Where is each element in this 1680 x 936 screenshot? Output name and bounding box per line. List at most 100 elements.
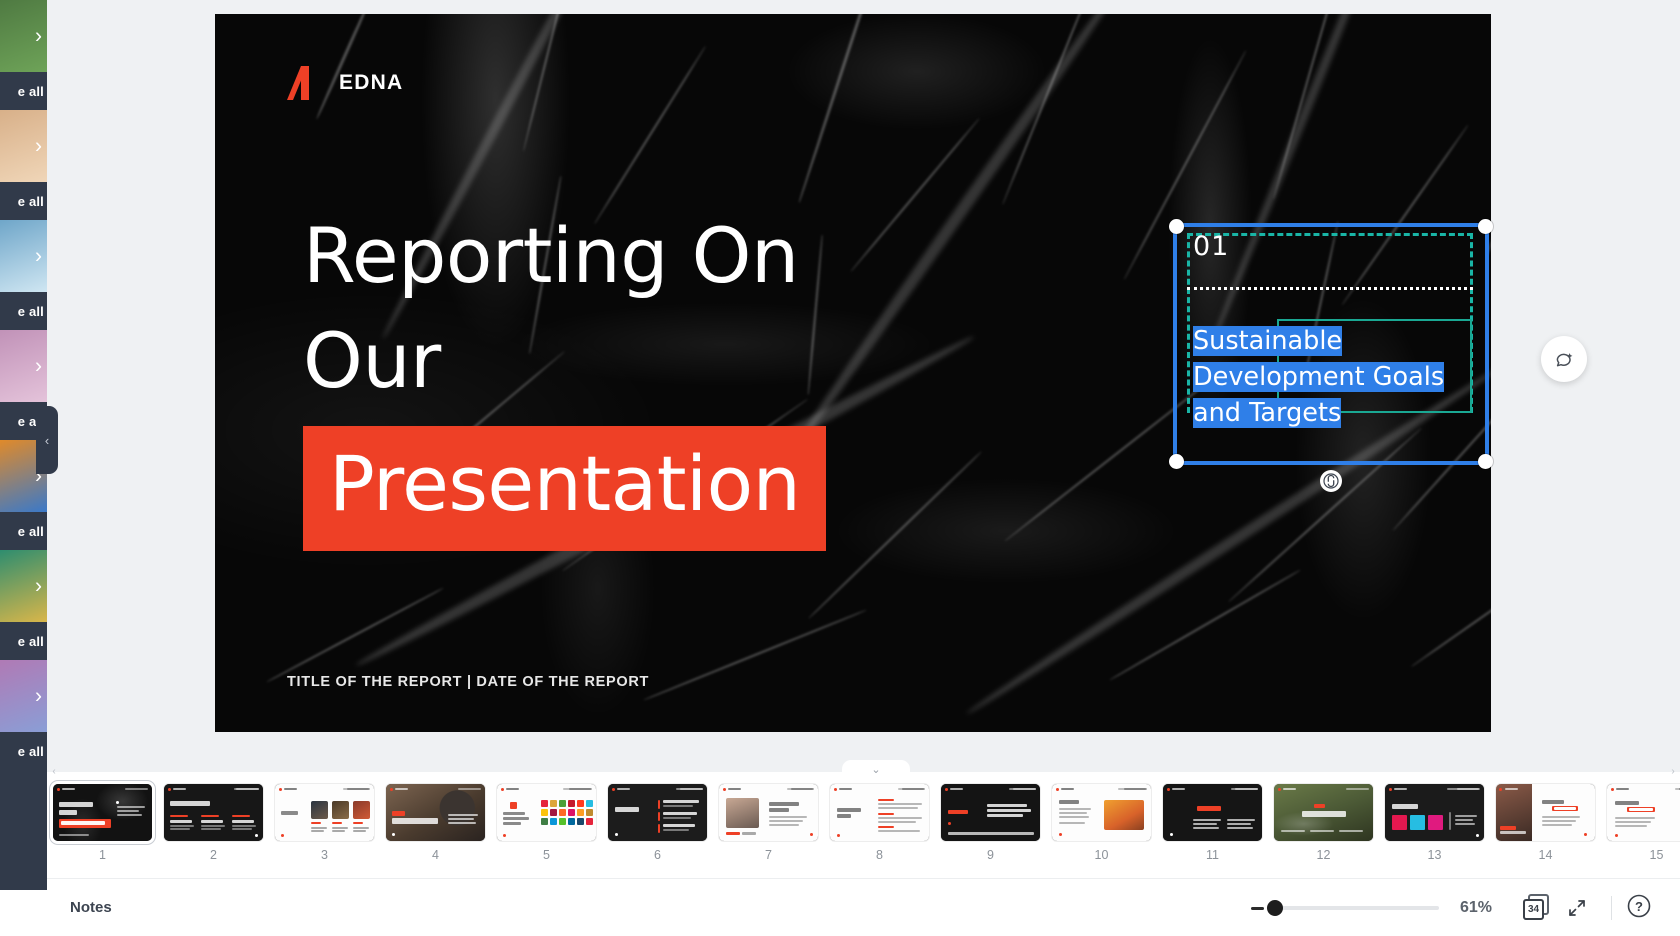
thumb-element (311, 830, 324, 832)
zoom-slider[interactable] (1267, 900, 1439, 916)
slide-thumbnail[interactable] (608, 784, 707, 841)
selection-body-text[interactable]: Sustainable Development Goals and Target… (1193, 323, 1469, 432)
slide-thumbnail[interactable] (164, 784, 263, 841)
slide-thumbnail[interactable] (275, 784, 374, 841)
slide-filmstrip[interactable]: ⌄ 1 2 3 4 5 6 7 8 9 10 11 12 13 14 15 (47, 760, 1680, 878)
see-all-link[interactable]: e all (0, 732, 47, 770)
resize-handle-bottom-right[interactable] (1478, 454, 1493, 469)
slide-thumbnail[interactable] (1052, 784, 1151, 841)
filmstrip-slide-7[interactable]: 7 (713, 784, 824, 862)
thumb-element (281, 811, 298, 815)
filmstrip-slide-8[interactable]: 8 (824, 784, 935, 862)
see-all-link[interactable]: e all (0, 182, 47, 220)
filmstrip-slide-11[interactable]: 11 (1157, 784, 1268, 862)
filmstrip-slide-6[interactable]: 6 (602, 784, 713, 862)
rail-group[interactable]: › e all (0, 220, 47, 330)
slide-thumbnail[interactable] (1607, 784, 1680, 841)
filmstrip-slide-9[interactable]: 9 (935, 784, 1046, 862)
chevron-right-icon[interactable]: › (35, 356, 42, 377)
help-button[interactable]: ? (1626, 893, 1656, 923)
thumb-element (1346, 788, 1369, 790)
resize-handle-top-right[interactable] (1478, 219, 1493, 234)
thumb-element (332, 822, 342, 824)
thumb-element (663, 817, 691, 819)
slide-title-block[interactable]: Reporting On Our Presentation (303, 204, 1143, 551)
zoom-out-icon[interactable] (1251, 906, 1264, 910)
resize-handle-top-left[interactable] (1169, 219, 1184, 234)
rail-template-thumbnail[interactable]: › (0, 220, 47, 292)
canvas-vertical-scrollbar[interactable] (1675, 0, 1680, 772)
thumb-element (59, 810, 77, 815)
slide-thumbnail[interactable] (1496, 784, 1595, 841)
slide-count-button[interactable]: 34 (1519, 893, 1553, 923)
thumb-element (878, 813, 894, 815)
filmstrip-slide-1[interactable]: 1 (47, 784, 158, 862)
thumb-element (1231, 788, 1258, 790)
guide-left-dashed (1187, 233, 1190, 413)
thumb-element (117, 814, 142, 816)
thumb-element (332, 830, 345, 832)
chevron-down-icon: ⌄ (871, 764, 881, 776)
see-all-link[interactable]: e all (0, 72, 47, 110)
chevron-right-icon[interactable]: › (35, 686, 42, 707)
slide-thumbnail[interactable] (497, 784, 596, 841)
add-comment-button[interactable] (1541, 336, 1587, 382)
thumb-logo-dot (1611, 788, 1614, 791)
rail-template-thumbnail[interactable]: › (0, 660, 47, 732)
thumb-element (201, 820, 223, 823)
notes-button[interactable]: Notes (70, 899, 112, 916)
filmstrip-slide-13[interactable]: 13 (1379, 784, 1490, 862)
rail-template-thumbnail[interactable]: › (0, 0, 47, 72)
filmstrip-slide-14[interactable]: 14 (1490, 784, 1601, 862)
slide-number-label: 3 (321, 848, 328, 862)
chevron-right-icon[interactable]: › (35, 136, 42, 157)
collapse-rail-button[interactable]: ‹ (36, 406, 58, 474)
selected-text-box[interactable]: 01 Sustainable Development Goals and Tar… (1169, 219, 1493, 469)
thumb-element (170, 801, 210, 806)
thumb-element (787, 788, 813, 790)
slide-thumbnail[interactable] (941, 784, 1040, 841)
filmstrip-slide-10[interactable]: 10 (1046, 784, 1157, 862)
resize-handle-bottom-left[interactable] (1169, 454, 1184, 469)
thumb-element (353, 822, 363, 824)
see-all-link[interactable]: e all (0, 512, 47, 550)
filmstrip-slide-15[interactable]: 15 (1601, 784, 1680, 862)
thumb-element (62, 788, 75, 790)
filmstrip-slide-12[interactable]: 12 (1268, 784, 1379, 862)
zoom-slider-knob[interactable] (1267, 900, 1283, 916)
rail-template-thumbnail[interactable]: › (0, 330, 47, 402)
slide-thumbnail[interactable] (719, 784, 818, 841)
filmstrip-slide-3[interactable]: 3 (269, 784, 380, 862)
slide-thumbnail[interactable] (53, 784, 152, 841)
filmstrip-slide-4[interactable]: 4 (380, 784, 491, 862)
see-all-link[interactable]: e all (0, 622, 47, 660)
slide-thumbnail[interactable] (1385, 784, 1484, 841)
scroll-right-arrow[interactable]: › (1666, 766, 1680, 777)
fullscreen-button[interactable] (1557, 893, 1597, 923)
rail-group[interactable]: › e all (0, 660, 47, 770)
thumb-element (1449, 812, 1451, 830)
filmstrip-slide-5[interactable]: 5 (491, 784, 602, 862)
thumb-element (769, 820, 803, 822)
rail-template-thumbnail[interactable]: › (0, 550, 47, 622)
chevron-right-icon[interactable]: › (35, 576, 42, 597)
thumb-element (1059, 816, 1089, 818)
slide-thumbnail[interactable] (830, 784, 929, 841)
collapse-filmstrip-button[interactable]: ⌄ (842, 760, 910, 779)
rail-group[interactable]: › e all (0, 0, 47, 110)
slide-thumbnail[interactable] (386, 784, 485, 841)
filmstrip-slide-2[interactable]: 2 (158, 784, 269, 862)
thumb-element (173, 788, 186, 790)
rail-group[interactable]: › e all (0, 110, 47, 220)
chevron-right-icon[interactable]: › (35, 246, 42, 267)
slide-thumbnail[interactable] (1274, 784, 1373, 841)
rail-group[interactable]: › e all (0, 550, 47, 660)
thumb-element (232, 820, 254, 823)
chevron-right-icon[interactable]: › (35, 26, 42, 47)
see-all-link[interactable]: e all (0, 292, 47, 330)
slide-thumbnail[interactable] (1163, 784, 1262, 841)
rotate-handle[interactable] (1320, 470, 1342, 492)
thumb-element (1455, 815, 1477, 817)
rail-template-thumbnail[interactable]: › (0, 110, 47, 182)
scroll-left-arrow[interactable]: ‹ (47, 766, 61, 777)
